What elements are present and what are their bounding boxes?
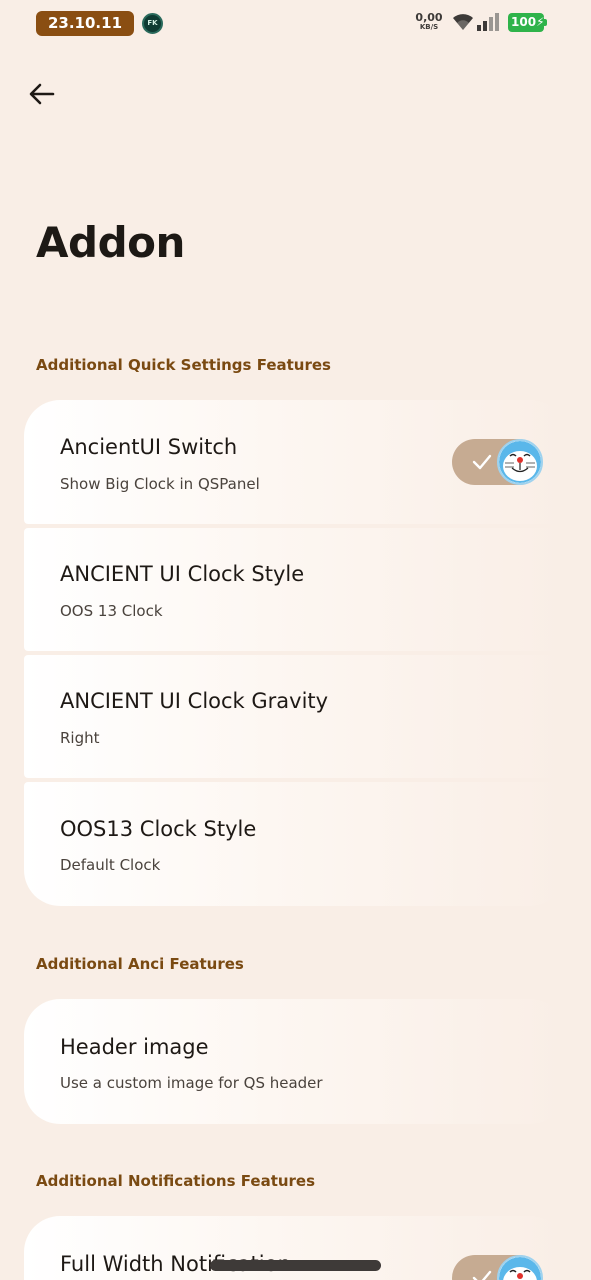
setting-title: AncientUI Switch <box>60 435 238 459</box>
network-speed-value: 0,00 <box>415 11 443 24</box>
battery-icon: 100⚡ <box>508 13 547 32</box>
setting-title: OOS13 Clock Style <box>60 817 257 841</box>
setting-subtitle: OOS 13 Clock <box>60 602 163 620</box>
status-bar: 23.10.11 FK 0,00 KB/S 100⚡ <box>0 0 591 46</box>
section-header-notifications: Additional Notifications Features <box>36 1172 316 1190</box>
section-header-anci: Additional Anci Features <box>36 955 244 973</box>
setting-subtitle: Right <box>60 729 100 747</box>
settings-screen: 23.10.11 FK 0,00 KB/S 100⚡ Addon Additio… <box>0 0 591 1280</box>
setting-subtitle: Show Big Clock in QSPanel <box>60 475 260 493</box>
back-button[interactable] <box>24 76 60 112</box>
page-title: Addon <box>36 218 185 267</box>
setting-subtitle: Use a custom image for QS header <box>60 1074 323 1092</box>
network-speed: 0,00 KB/S <box>414 12 444 31</box>
check-icon <box>472 454 492 470</box>
setting-title: ANCIENT UI Clock Style <box>60 562 305 586</box>
setting-clock-gravity[interactable]: ANCIENT UI Clock Gravity Right <box>24 655 567 778</box>
setting-title: Header image <box>60 1035 209 1059</box>
status-date: 23.10.11 <box>36 11 134 36</box>
wifi-icon <box>453 14 473 30</box>
app-notification-icon: FK <box>142 13 163 34</box>
ancientui-toggle[interactable] <box>452 439 543 485</box>
section-header-quick-settings: Additional Quick Settings Features <box>36 356 331 374</box>
setting-header-image[interactable]: Header image Use a custom image for QS h… <box>24 999 567 1124</box>
network-speed-unit: KB/S <box>419 23 439 31</box>
signal-icon <box>477 13 499 31</box>
back-arrow-icon <box>29 83 55 105</box>
setting-ancientui-switch[interactable]: AncientUI Switch Show Big Clock in QSPan… <box>24 400 567 524</box>
home-indicator[interactable] <box>210 1260 381 1271</box>
setting-oos13-clock-style[interactable]: OOS13 Clock Style Default Clock <box>24 782 567 906</box>
setting-clock-style[interactable]: ANCIENT UI Clock Style OOS 13 Clock <box>24 528 567 651</box>
battery-level: 100 <box>511 15 537 29</box>
full-width-notification-toggle[interactable] <box>452 1255 543 1280</box>
setting-title: ANCIENT UI Clock Gravity <box>60 689 329 713</box>
doraemon-thumb-icon <box>497 439 543 485</box>
check-icon <box>472 1270 492 1280</box>
setting-subtitle: Default Clock <box>60 856 161 874</box>
